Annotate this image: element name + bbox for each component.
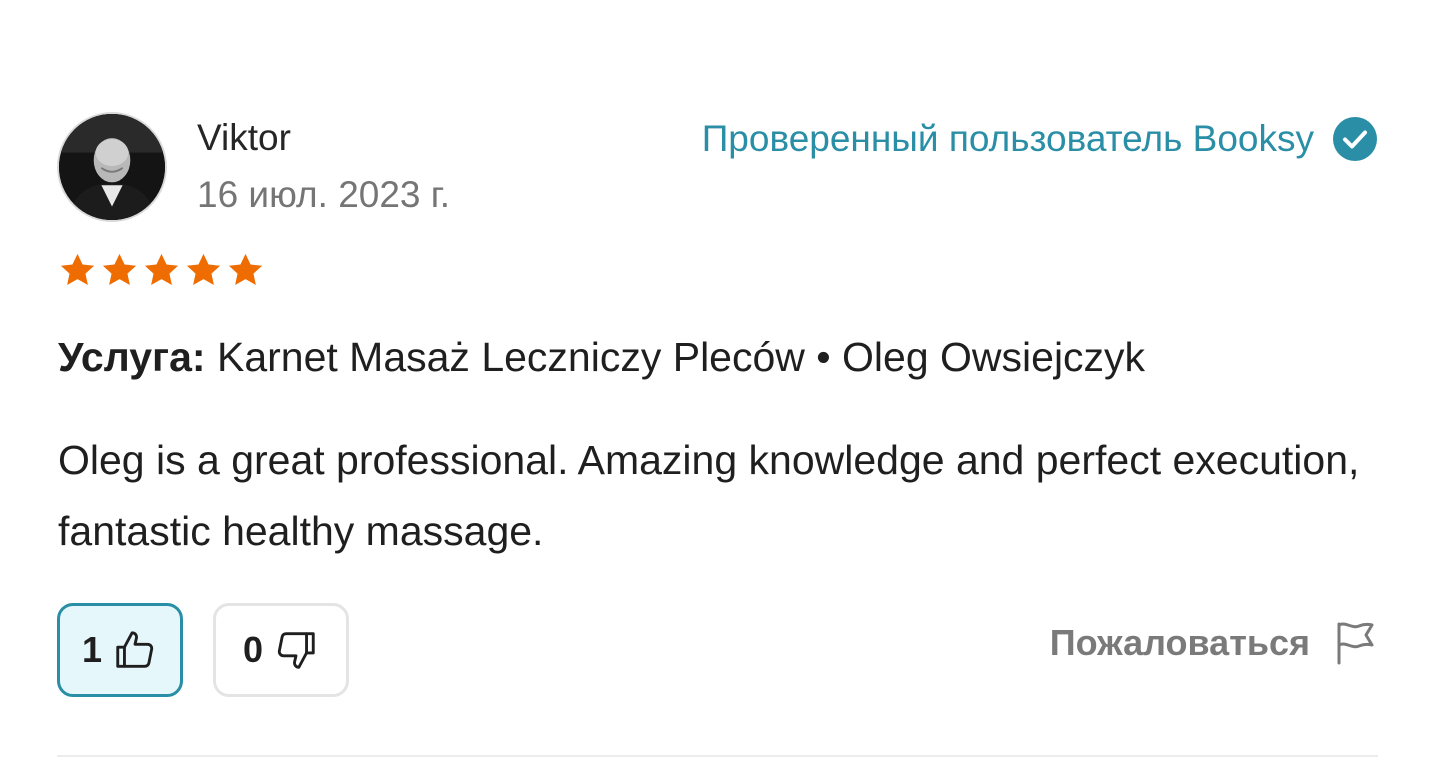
avatar xyxy=(57,112,167,222)
unhelpful-count: 0 xyxy=(242,629,264,670)
review-card: Viktor 16 июл. 2023 г. Проверенный польз… xyxy=(0,0,1440,759)
flag-icon xyxy=(1337,622,1374,665)
report-button[interactable]: Пожаловаться xyxy=(1050,620,1376,666)
report-label: Пожаловаться xyxy=(1049,622,1310,663)
star-icon xyxy=(186,253,221,285)
unhelpful-button[interactable]: 0 xyxy=(213,603,349,697)
review-text: Oleg is a great professional. Amazing kn… xyxy=(58,437,1360,554)
service-label: Услуга: xyxy=(58,334,206,380)
verified-label: Проверенный пользователь Booksy xyxy=(701,118,1314,159)
verified-badge: Проверенный пользователь Booksy xyxy=(702,116,1378,162)
thumbs-up-icon xyxy=(116,631,154,668)
service-value: Karnet Masaż Leczniczy Pleców • Oleg Ows… xyxy=(216,334,1146,380)
user-photo xyxy=(59,114,165,220)
star-icon xyxy=(144,253,179,285)
service-line: Услуга: Karnet Masaż Leczniczy Pleców • … xyxy=(58,333,1145,381)
star-icon xyxy=(60,253,95,285)
rating-stars xyxy=(58,251,265,290)
divider xyxy=(57,755,1378,757)
helpful-count: 1 xyxy=(81,629,103,670)
helpful-button[interactable]: 1 xyxy=(57,603,183,697)
reviewer-name: Viktor xyxy=(197,117,291,158)
check-circle-icon xyxy=(1333,117,1377,161)
review-date: 16 июл. 2023 г. xyxy=(197,174,451,215)
thumbs-down-icon xyxy=(277,632,315,669)
star-icon xyxy=(102,253,137,285)
star-icon xyxy=(228,253,263,285)
